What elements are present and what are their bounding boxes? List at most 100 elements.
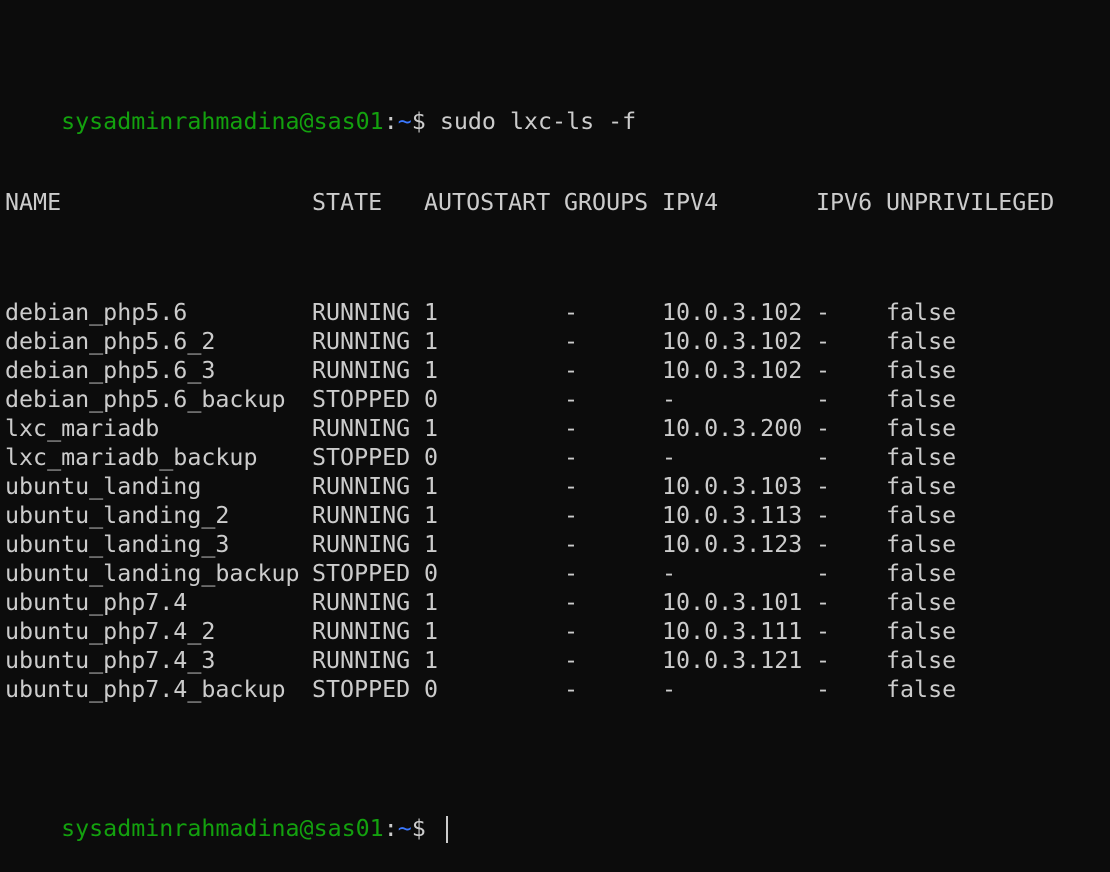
cell-state: RUNNING [312,647,411,674]
command-line: sysadminrahmadina@sas01:~$ sudo lxc-ls -… [5,78,1105,135]
cell-ipv4: 10.0.3.113 [662,502,803,529]
cell-groups: - [564,328,579,355]
cell-groups: - [564,415,579,442]
cell-name: ubuntu_php7.4 [5,589,188,616]
cell-autostart: 1 [424,473,439,500]
cell-unprivileged: false [886,647,957,674]
cell-state: STOPPED [312,444,411,471]
cell-autostart: 1 [424,328,439,355]
cell-ipv4: - [662,386,677,413]
cell-ipv6: - [816,560,831,587]
cell-groups: - [564,444,579,471]
cell-groups: - [564,676,579,703]
cell-ipv4: 10.0.3.101 [662,589,803,616]
cell-autostart: 0 [424,386,439,413]
cell-name: lxc_mariadb [5,415,160,442]
cell-autostart: 1 [424,589,439,616]
cell-ipv4: 10.0.3.123 [662,531,803,558]
cell-state: RUNNING [312,589,411,616]
cell-state: RUNNING [312,299,411,326]
cell-unprivileged: false [886,531,957,558]
cell-ipv6: - [816,299,831,326]
cell-ipv6: - [816,444,831,471]
table-row: debian_php5.6 RUNNING 1-10.0.3.102- false [5,298,1105,327]
cell-unprivileged: false [886,328,957,355]
cell-unprivileged: false [886,618,957,645]
header-groups: GROUPS [564,189,649,216]
cell-unprivileged: false [886,676,957,703]
prompt-user-host: sysadminrahmadina@sas01 [61,815,384,842]
table-body: debian_php5.6 RUNNING 1-10.0.3.102- falsede… [5,298,1105,704]
table-row: ubuntu_landing_backup STOPPED 0 - - - false [5,559,1105,588]
prompt-symbol: $ [411,108,440,135]
cell-state: RUNNING [312,502,411,529]
cell-groups: - [564,473,579,500]
cell-autostart: 0 [424,676,439,703]
cell-ipv6: - [816,415,831,442]
cell-ipv4: 10.0.3.102 [662,328,803,355]
cell-ipv4: - [662,676,677,703]
cell-unprivileged: false [886,473,957,500]
cell-unprivileged: false [886,560,957,587]
cell-autostart: 1 [424,618,439,645]
cell-unprivileged: false [886,357,957,384]
cell-autostart: 1 [424,531,439,558]
cell-state: STOPPED [312,560,411,587]
text-cursor[interactable] [445,816,448,843]
cell-state: RUNNING [312,328,411,355]
table-row: debian_php5.6_2 RUNNING 1-10.0.3.102- false [5,327,1105,356]
cell-ipv4: - [662,560,677,587]
terminal-window[interactable]: sysadminrahmadina@sas01:~$ sudo lxc-ls -… [5,0,1105,843]
cell-state: RUNNING [312,618,411,645]
table-row: ubuntu_php7.4_backup STOPPED 0 - - - false [5,675,1105,704]
cell-name: debian_php5.6_backup [5,386,286,413]
header-unprivileged: UNPRIVILEGED [886,189,1055,216]
cell-autostart: 0 [424,560,439,587]
cell-name: debian_php5.6_3 [5,357,216,384]
prompt-user-host: sysadminrahmadina@sas01 [61,108,384,135]
cell-state: RUNNING [312,357,411,384]
cell-ipv6: - [816,328,831,355]
cell-ipv4: 10.0.3.121 [662,647,803,674]
cell-ipv6: - [816,473,831,500]
cell-groups: - [564,502,579,529]
active-prompt-line[interactable]: sysadminrahmadina@sas01:~$ [5,785,1105,843]
table-header: NAME STATE AUTOSTART GROUPS IPV4 IPV6 UN… [5,188,1105,217]
cell-ipv4: - [662,444,677,471]
prompt-separator: : [383,815,398,842]
table-row: ubuntu_landing RUNNING 1-10.0.3.103- false [5,472,1105,501]
cell-name: ubuntu_landing_3 [5,531,230,558]
table-row: ubuntu_php7.4_3 RUNNING 1-10.0.3.121- false [5,646,1105,675]
cell-state: RUNNING [312,415,411,442]
cell-ipv6: - [816,647,831,674]
cell-name: ubuntu_landing_backup [5,560,300,587]
cell-groups: - [564,299,579,326]
cell-state: STOPPED [312,676,411,703]
header-name: NAME [5,189,62,216]
table-row: debian_php5.6_3 RUNNING 1-10.0.3.102- false [5,356,1105,385]
table-row: lxc_mariadb_backup STOPPED 0 - - - false [5,443,1105,472]
cell-groups: - [564,647,579,674]
cell-unprivileged: false [886,386,957,413]
header-ipv6: IPV6 [816,189,873,216]
cell-ipv6: - [816,589,831,616]
cell-groups: - [564,531,579,558]
cell-name: ubuntu_php7.4_backup [5,676,286,703]
table-row: ubuntu_landing_3 RUNNING 1-10.0.3.123- fals… [5,530,1105,559]
prompt-separator: : [383,108,398,135]
cell-autostart: 1 [424,647,439,674]
cell-unprivileged: false [886,502,957,529]
cell-autostart: 1 [424,415,439,442]
command-text: sudo lxc-ls -f [439,108,637,135]
table-row: debian_php5.6_backup STOPPED 0 - - - false [5,385,1105,414]
cell-state: STOPPED [312,386,411,413]
table-row: ubuntu_php7.4_2 RUNNING 1-10.0.3.111- false [5,617,1105,646]
header-ipv4: IPV4 [662,189,719,216]
cell-state: RUNNING [312,473,411,500]
cell-ipv6: - [816,357,831,384]
cell-groups: - [564,589,579,616]
cell-ipv6: - [816,502,831,529]
cell-unprivileged: false [886,415,957,442]
cell-groups: - [564,386,579,413]
cell-ipv6: - [816,386,831,413]
